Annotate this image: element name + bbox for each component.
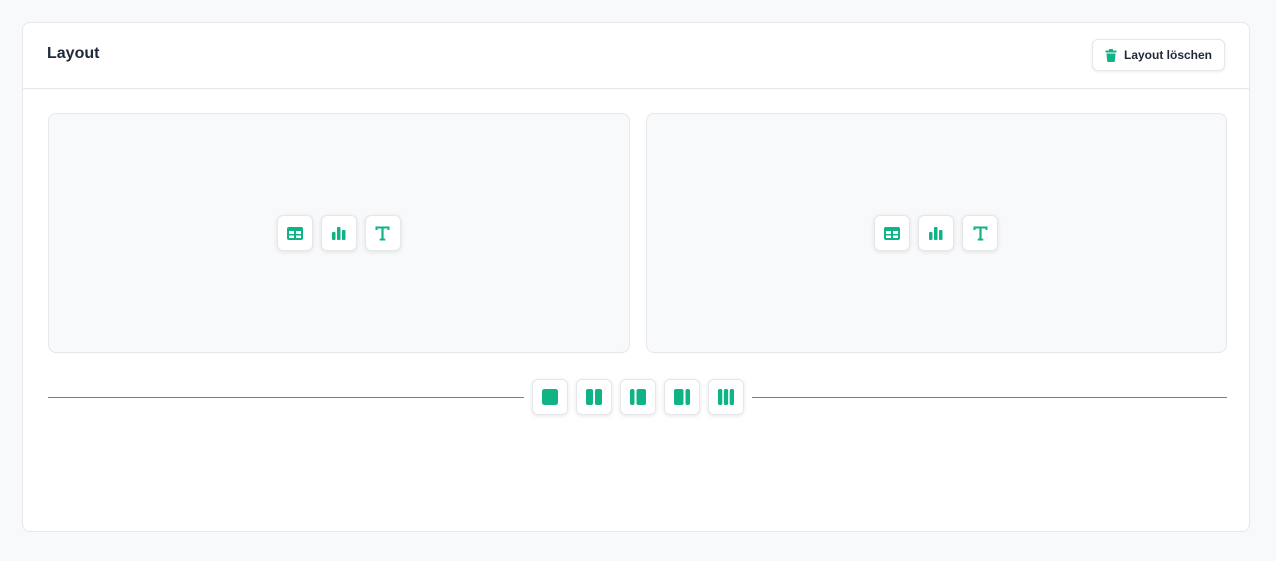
add-chart-button[interactable] [918, 215, 955, 251]
delete-layout-button[interactable]: Layout löschen [1091, 39, 1225, 71]
text-icon [973, 226, 988, 241]
add-table-button[interactable] [276, 215, 313, 251]
divider-line-right [751, 396, 1227, 398]
trash-icon [1105, 48, 1117, 62]
two-columns-icon [585, 389, 602, 405]
bar-chart-icon [929, 226, 943, 240]
layout-three-columns-button[interactable] [707, 379, 744, 415]
column-slot-2 [645, 113, 1227, 353]
card-header: Layout Layout löschen [23, 23, 1249, 89]
add-table-button[interactable] [874, 215, 911, 251]
layout-card: Layout Layout löschen [22, 22, 1250, 532]
add-chart-button[interactable] [320, 215, 357, 251]
delete-layout-label: Layout löschen [1123, 48, 1212, 62]
bar-chart-icon [331, 226, 346, 240]
wide-narrow-icon [673, 389, 690, 405]
add-text-button[interactable] [962, 215, 999, 251]
layout-two-columns-button[interactable] [575, 379, 612, 415]
text-icon [375, 226, 390, 241]
column-slots [48, 113, 1227, 353]
add-text-button[interactable] [364, 215, 401, 251]
layout-options [524, 379, 752, 415]
add-row-divider [48, 379, 1227, 415]
three-columns-icon [717, 389, 734, 405]
column-slot-1 [48, 113, 630, 353]
narrow-wide-icon [629, 389, 646, 405]
single-column-icon [541, 389, 558, 405]
divider-line-left [48, 396, 524, 398]
table-icon [884, 226, 901, 240]
page-title: Layout [47, 45, 100, 62]
layout-narrow-wide-button[interactable] [619, 379, 656, 415]
layout-single-column-button[interactable] [531, 379, 568, 415]
layout-wide-narrow-button[interactable] [663, 379, 700, 415]
table-icon [286, 226, 303, 240]
